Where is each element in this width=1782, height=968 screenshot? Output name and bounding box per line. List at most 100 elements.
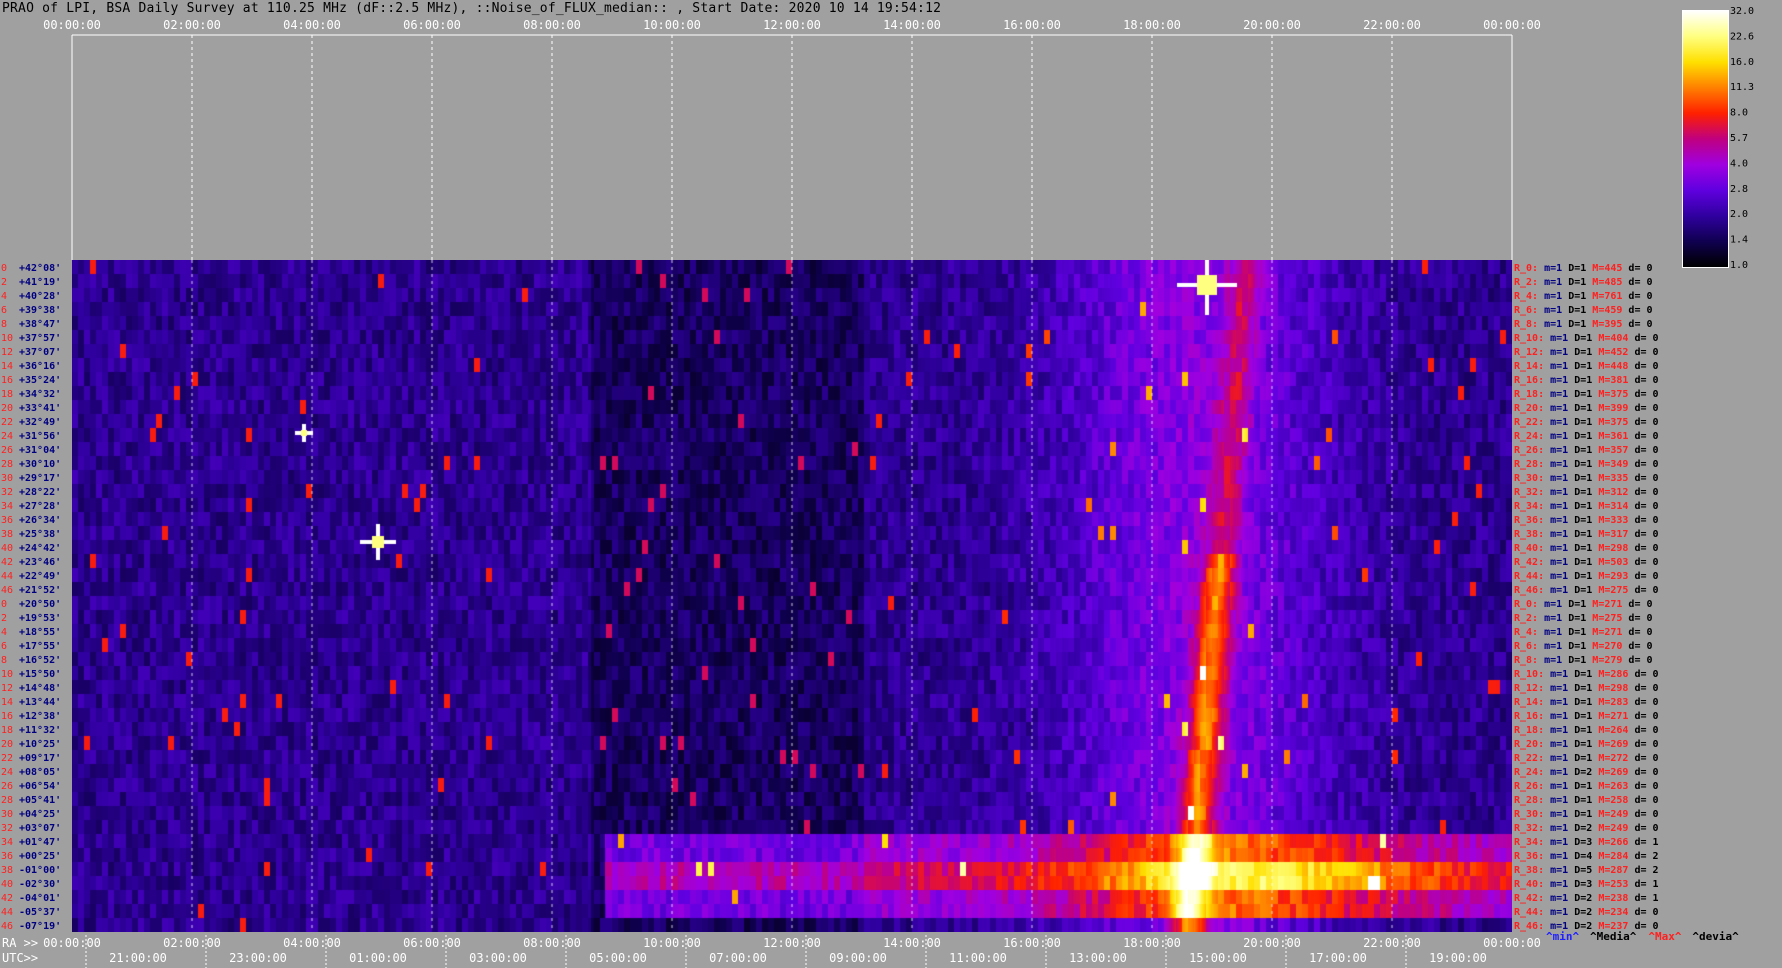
utc-prefix: UTC>> [2, 951, 38, 965]
ra-tick-label: 08:00:00 [523, 936, 581, 950]
utc-tick-label: 13:00:00 [1069, 951, 1127, 965]
beam-stat-part: d= 0 [1622, 599, 1652, 610]
beam-stat-part: d= 2 [1628, 865, 1658, 876]
beam-stat-part: R_46: [1514, 585, 1544, 596]
declination-label: +21°52' [19, 585, 61, 596]
beam-stat-row: R_42: m=1 D=1 M=503 d= 0 [1514, 557, 1659, 568]
beam-stat-part: M=283 [1592, 697, 1628, 708]
utc-tick-label: 11:00:00 [949, 951, 1007, 965]
beam-stat-part: d= 0 [1622, 655, 1652, 666]
beam-stat-part: R_14: [1514, 361, 1544, 372]
row-index-label: 18 [1, 725, 13, 736]
beam-stat-row: R_8: m=1 D=1 M=279 d= 0 [1514, 655, 1653, 666]
declination-label: +00°25' [19, 851, 61, 862]
beam-stat-part: M=275 [1592, 585, 1628, 596]
declination-label: +32°49' [19, 417, 61, 428]
beam-stat-part: D=1 [1568, 515, 1592, 526]
beam-stat-row: R_16: m=1 D=1 M=381 d= 0 [1514, 375, 1659, 386]
row-index-label: 0 [1, 599, 7, 610]
colorbar-tick-label: 16.0 [1730, 57, 1754, 68]
beam-stat-part: M=263 [1592, 781, 1628, 792]
beam-stat-part: m=1 [1538, 291, 1562, 302]
beam-stat-row: R_26: m=1 D=1 M=263 d= 0 [1514, 781, 1659, 792]
ra-prefix: RA >> [2, 936, 38, 950]
beam-stat-part: M=312 [1592, 487, 1628, 498]
beam-stat-part: m=1 [1538, 613, 1562, 624]
beam-stat-part: m=1 [1544, 753, 1568, 764]
beam-stat-row: R_6: m=1 D=1 M=270 d= 0 [1514, 641, 1653, 652]
top-time-label: 02:00:00 [163, 18, 221, 32]
beam-stat-part: d= 0 [1628, 725, 1658, 736]
beam-stat-part: M=459 [1586, 305, 1622, 316]
beam-stat-part: m=1 [1544, 333, 1568, 344]
beam-stat-row: R_40: m=1 D=3 M=253 d= 1 [1514, 879, 1659, 890]
declination-label: +33°41' [19, 403, 61, 414]
row-index-label: 38 [1, 529, 13, 540]
beam-stat-row: R_2: m=1 D=1 M=275 d= 0 [1514, 613, 1653, 624]
declination-label: +20°50' [19, 599, 61, 610]
row-index-label: 4 [1, 291, 7, 302]
beam-stat-row: R_32: m=1 D=1 M=312 d= 0 [1514, 487, 1659, 498]
beam-stat-part: M=361 [1592, 431, 1628, 442]
declination-label: -02°30' [19, 879, 61, 890]
declination-label: +41°19' [19, 277, 61, 288]
ra-tick-label: 00:00:00 [43, 936, 101, 950]
declination-label: +29°17' [19, 473, 61, 484]
declination-label: +16°52' [19, 655, 61, 666]
beam-stat-part: d= 0 [1628, 543, 1658, 554]
beam-stat-part: R_44: [1514, 907, 1544, 918]
declination-label: +05°41' [19, 795, 61, 806]
beam-stat-part: D=1 [1568, 795, 1592, 806]
row-index-label: 10 [1, 669, 13, 680]
beam-stat-part: D=1 [1562, 319, 1586, 330]
beam-stat-part: d= 0 [1622, 291, 1652, 302]
beam-stat-part: D=1 [1562, 627, 1586, 638]
top-time-label: 08:00:00 [523, 18, 581, 32]
beam-stat-part: m=1 [1544, 361, 1568, 372]
beam-stat-part: D=1 [1568, 361, 1592, 372]
beam-stat-part: d= 0 [1628, 823, 1658, 834]
declination-label: +31°04' [19, 445, 61, 456]
beam-stat-part: M=298 [1592, 543, 1628, 554]
beam-stat-part: d= 0 [1628, 445, 1658, 456]
top-time-label: 22:00:00 [1363, 18, 1421, 32]
beam-stat-part: m=1 [1544, 781, 1568, 792]
beam-stat-part: d= 0 [1628, 431, 1658, 442]
beam-stat-part: M=238 [1592, 893, 1628, 904]
beam-stat-part: D=1 [1568, 459, 1592, 470]
beam-stat-part: R_4: [1514, 627, 1538, 638]
beam-stat-part: M=269 [1592, 767, 1628, 778]
beam-stat-part: D=1 [1562, 641, 1586, 652]
beam-stat-row: R_44: m=1 D=1 M=293 d= 0 [1514, 571, 1659, 582]
beam-stat-part: d= 0 [1622, 319, 1652, 330]
beam-stat-part: m=1 [1544, 893, 1568, 904]
beam-stat-part: R_16: [1514, 375, 1544, 386]
beam-stat-part: D=1 [1568, 473, 1592, 484]
beam-stat-row: R_30: m=1 D=1 M=249 d= 0 [1514, 809, 1659, 820]
declination-label: -01°00' [19, 865, 61, 876]
declination-label: +04°25' [19, 809, 61, 820]
beam-stat-row: R_22: m=1 D=1 M=272 d= 0 [1514, 753, 1659, 764]
beam-stat-part: D=1 [1568, 739, 1592, 750]
beam-stat-part: d= 0 [1628, 697, 1658, 708]
beam-stat-part: R_38: [1514, 529, 1544, 540]
beam-stat-part: M=333 [1592, 515, 1628, 526]
declination-label: +27°28' [19, 501, 61, 512]
beam-stat-part: R_14: [1514, 697, 1544, 708]
row-index-label: 34 [1, 837, 13, 848]
beam-stat-part: D=1 [1562, 599, 1586, 610]
row-index-label: 14 [1, 697, 13, 708]
row-index-label: 30 [1, 473, 13, 484]
beam-stat-part: m=1 [1544, 795, 1568, 806]
beam-stat-part: M=404 [1592, 333, 1628, 344]
beam-stat-part: R_8: [1514, 655, 1538, 666]
declination-label: +24°42' [19, 543, 61, 554]
beam-stat-part: M=269 [1592, 739, 1628, 750]
beam-stat-row: R_8: m=1 D=1 M=395 d= 0 [1514, 319, 1653, 330]
top-time-label: 20:00:00 [1243, 18, 1301, 32]
beam-stat-part: d= 2 [1628, 851, 1658, 862]
beam-stat-part: d= 0 [1628, 795, 1658, 806]
beam-stat-row: R_0: m=1 D=1 M=271 d= 0 [1514, 599, 1653, 610]
beam-stat-part: m=1 [1544, 585, 1568, 596]
beam-stat-part: d= 0 [1628, 767, 1658, 778]
